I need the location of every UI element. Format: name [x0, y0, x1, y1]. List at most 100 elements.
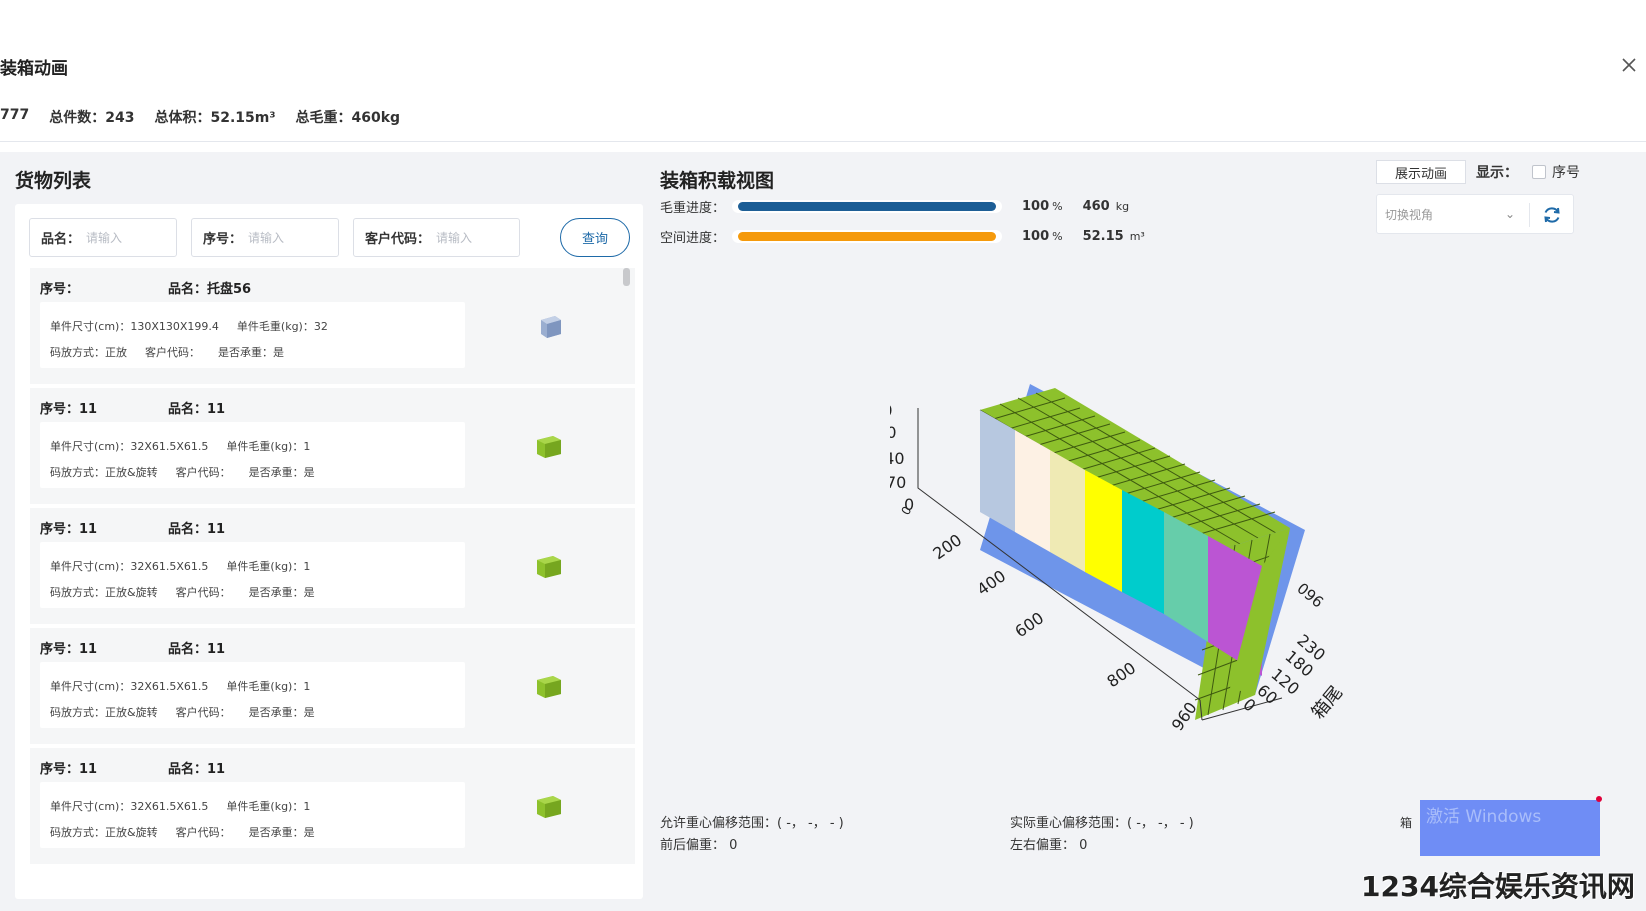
seq-search-label: 序号：	[203, 232, 243, 247]
axis-height-tick: 210	[890, 423, 897, 442]
axis-height-tick: 270	[890, 401, 893, 420]
item-customer: 客户代码：	[145, 346, 200, 359]
show-animation-button[interactable]: 展示动画	[1376, 160, 1466, 184]
item-size: 单件尺寸(cm)：32X61.5X61.5	[50, 680, 209, 693]
item-seq: 序号：11	[40, 522, 98, 537]
item-name: 品名：11	[168, 642, 226, 657]
customer-search-label: 客户代码：	[365, 232, 431, 247]
item-details: 单件尺寸(cm)：130X130X199.4 单件毛重(kg)：32 码放方式：正…	[40, 302, 465, 368]
item-seq: 序号：	[40, 282, 80, 297]
cube-icon	[537, 436, 561, 458]
axis-width-tick: 096	[1293, 579, 1327, 611]
cargo-list[interactable]: 序号： 品名：托盘56 单件尺寸(cm)：130X130X199.4 单件毛重(kg…	[30, 268, 635, 893]
cube-icon	[537, 796, 561, 818]
main-area: 货物列表 品名： 请输入 序号： 请输入 客户代码： 请输入 查询 序号： 品名：…	[0, 152, 1646, 911]
axis-length-tick: 960	[1168, 698, 1201, 734]
cargo-item[interactable]: 序号：11 品名：11 单件尺寸(cm)：32X61.5X61.5 单件毛重(kg)…	[30, 508, 635, 624]
item-weight: 单件毛重(kg)：1	[226, 560, 311, 573]
item-bearing: 是否承重：是	[248, 466, 315, 479]
item-size: 单件尺寸(cm)：32X61.5X61.5	[50, 800, 209, 813]
item-customer: 客户代码：	[175, 586, 231, 599]
space-progress-percent: 100%	[1022, 229, 1063, 244]
item-weight: 单件毛重(kg)：1	[226, 680, 311, 693]
summary-total-count: 总件数：243	[49, 110, 135, 126]
seq-search-input[interactable]: 请输入	[248, 229, 284, 246]
allowed-gravity-range: 允许重心偏移范围：( -， -， - )	[660, 816, 844, 831]
item-bearing: 是否承重：是	[248, 826, 315, 839]
display-label: 显示：	[1476, 165, 1518, 181]
item-method: 码放方式：正放	[50, 346, 127, 359]
activate-windows-watermark: 激活 Windows	[1420, 800, 1600, 856]
front-back-bias: 前后偏重： 0	[660, 838, 738, 853]
item-name: 品名：11	[168, 522, 226, 537]
cargo-list-title: 货物列表	[15, 170, 92, 192]
space-progress: 空间进度： 100% 52.15 m³	[660, 227, 1145, 246]
axis-length-tick: 800	[1103, 658, 1139, 691]
axis-height-tick: 140	[890, 449, 905, 468]
item-weight: 单件毛重(kg)：32	[236, 320, 328, 333]
cargo-pallet-blue	[980, 410, 1015, 532]
dialog-header: 装箱动画 777 总件数：243 总体积：52.15m³ 总毛重：460kg	[0, 0, 1646, 142]
scrollbar-thumb[interactable]	[623, 268, 630, 286]
cargo-item[interactable]: 序号： 品名：托盘56 单件尺寸(cm)：130X130X199.4 单件毛重(kg…	[30, 268, 635, 384]
divider	[1529, 203, 1530, 227]
item-weight: 单件毛重(kg)：1	[226, 440, 311, 453]
weight-progress-fill	[738, 202, 996, 211]
axis-length-tick: 400	[973, 566, 1009, 599]
cube-icon	[537, 556, 561, 578]
refresh-icon[interactable]	[1541, 204, 1563, 226]
actual-gravity-range: 实际重心偏移范围：( -， -， - )	[1010, 816, 1194, 831]
item-customer: 客户代码：	[175, 466, 231, 479]
seq-checkbox[interactable]	[1532, 165, 1546, 179]
container-3d-view[interactable]: 270 210 140 70 0 0 200 400 600 800 960 0…	[890, 380, 1410, 760]
item-size: 单件尺寸(cm)：130X130X199.4	[50, 320, 219, 333]
customer-search-input[interactable]: 请输入	[436, 229, 472, 246]
item-bearing: 是否承重：是	[248, 706, 315, 719]
summary-id: 777	[0, 107, 30, 123]
cargo-item[interactable]: 序号：11 品名：11 单件尺寸(cm)：32X61.5X61.5 单件毛重(kg)…	[30, 628, 635, 744]
space-progress-track	[732, 230, 1002, 243]
notification-dot	[1596, 796, 1602, 802]
cargo-item[interactable]: 序号：11 品名：11 单件尺寸(cm)：32X61.5X61.5 单件毛重(kg)…	[30, 388, 635, 504]
left-right-bias: 左右偏重： 0	[1010, 838, 1088, 853]
axis-width-label: 箱尾	[1308, 682, 1347, 723]
item-details: 单件尺寸(cm)：32X61.5X61.5 单件毛重(kg)：1 码放方式：正放&…	[40, 422, 465, 488]
weight-progress-percent: 100%	[1022, 199, 1063, 214]
item-name: 品名：11	[168, 402, 226, 417]
box-label: 箱	[1400, 816, 1413, 830]
item-bearing: 是否承重：是	[248, 586, 315, 599]
dialog-title: 装箱动画	[0, 59, 68, 79]
space-progress-label: 空间进度：	[660, 231, 726, 246]
axis-length-tick: 600	[1011, 608, 1047, 641]
item-bearing: 是否承重：是	[218, 346, 284, 359]
item-details: 单件尺寸(cm)：32X61.5X61.5 单件毛重(kg)：1 码放方式：正放&…	[40, 542, 465, 608]
view-select[interactable]: 切换视角	[1385, 206, 1433, 223]
weight-progress: 毛重进度： 100% 460 kg	[660, 197, 1129, 216]
customer-search-field[interactable]: 客户代码： 请输入	[353, 218, 520, 257]
item-seq: 序号：11	[40, 762, 98, 777]
seq-search-field[interactable]: 序号： 请输入	[191, 218, 339, 257]
axis-height-tick: 70	[890, 473, 906, 492]
item-method: 码放方式：正放&旋转	[50, 706, 158, 719]
item-method: 码放方式：正放&旋转	[50, 466, 158, 479]
cargo-item[interactable]: 序号：11 品名：11 单件尺寸(cm)：32X61.5X61.5 单件毛重(kg)…	[30, 748, 635, 864]
space-progress-fill	[738, 232, 996, 241]
name-search-label: 品名：	[41, 232, 81, 247]
cube-icon	[541, 316, 561, 338]
item-name: 品名：11	[168, 762, 226, 777]
item-name: 品名：托盘56	[168, 282, 252, 297]
name-search-field[interactable]: 品名： 请输入	[29, 218, 177, 257]
view-switcher: 切换视角 ⌄	[1376, 194, 1574, 234]
query-button[interactable]: 查询	[560, 218, 630, 257]
name-search-input[interactable]: 请输入	[86, 229, 122, 246]
packing-summary: 777 总件数：243 总体积：52.15m³ 总毛重：460kg	[0, 107, 400, 127]
close-icon[interactable]	[1620, 56, 1638, 74]
summary-total-volume: 总体积：52.15m³	[154, 110, 276, 126]
cube-icon	[537, 676, 561, 698]
item-details: 单件尺寸(cm)：32X61.5X61.5 单件毛重(kg)：1 码放方式：正放&…	[40, 662, 465, 728]
space-progress-value: 52.15 m³	[1082, 229, 1145, 244]
seq-checkbox-label: 序号	[1552, 165, 1580, 181]
item-weight: 单件毛重(kg)：1	[226, 800, 311, 813]
site-watermark: 1234综合娱乐资讯网	[1361, 870, 1635, 903]
chevron-down-icon[interactable]: ⌄	[1505, 207, 1515, 221]
